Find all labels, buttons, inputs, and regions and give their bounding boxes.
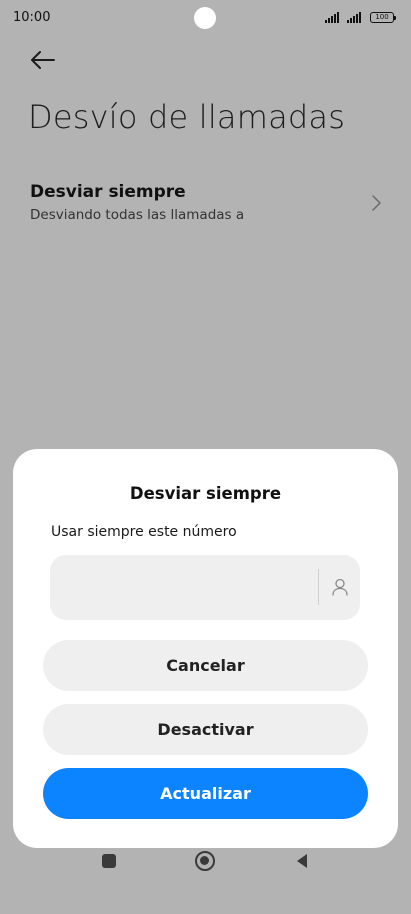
phone-number-field [50, 555, 360, 620]
setting-subtitle: Desviando todas las llamadas a [30, 207, 245, 223]
home-circle-icon[interactable] [195, 851, 215, 871]
page-title: Desvío de llamadas [28, 98, 346, 136]
front-camera [194, 7, 216, 29]
setting-title: Desviar siempre [30, 182, 186, 202]
setting-row-always-forward[interactable]: Desviar siempre Desviando todas las llam… [0, 172, 411, 234]
phone-number-input[interactable] [66, 555, 316, 620]
status-bar: 10:00 100 [0, 0, 411, 38]
contact-person-icon[interactable] [330, 577, 350, 597]
deactivate-button[interactable]: Desactivar [43, 704, 368, 755]
update-button[interactable]: Actualizar [43, 768, 368, 819]
dialog-title: Desviar siempre [129, 484, 282, 503]
field-divider [318, 569, 319, 605]
battery-level: 100 [375, 13, 389, 21]
cancel-button[interactable]: Cancelar [43, 640, 368, 691]
screen: 10:00 100 Desvío de llamadas Desviar sie… [0, 0, 411, 914]
forward-dialog: Desviar siempre Usar siempre este número… [13, 449, 398, 848]
back-triangle-icon[interactable] [295, 853, 309, 869]
chevron-right-icon [370, 194, 382, 212]
status-time: 10:00 [13, 10, 51, 25]
signal-strength-icon [325, 12, 343, 23]
recents-square-icon[interactable] [102, 854, 116, 868]
signal-strength-icon [347, 12, 365, 23]
back-arrow-icon[interactable] [28, 46, 58, 74]
battery-icon: 100 [370, 12, 396, 23]
field-label: Usar siempre este número [51, 524, 237, 540]
